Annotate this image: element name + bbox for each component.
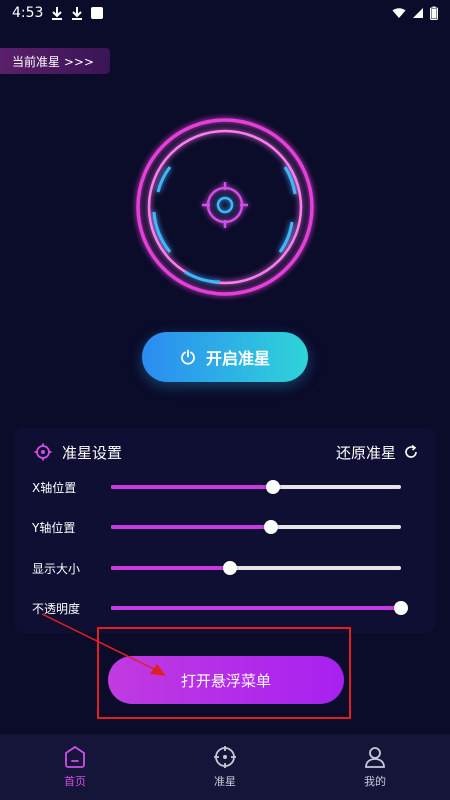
slider-label: Y轴位置: [32, 520, 76, 535]
download-icon: [72, 7, 83, 20]
download-icon: [52, 7, 63, 20]
refresh-icon: [405, 445, 417, 458]
slider-thumb[interactable]: [394, 601, 408, 615]
nav-item-crosshair[interactable]: 准星: [150, 734, 300, 800]
size-slider[interactable]: [111, 561, 401, 575]
slider-row-size: 显示大小: [32, 556, 424, 580]
battery-icon: [430, 6, 438, 20]
wifi-icon: [392, 8, 406, 18]
crosshair-settings-card: 准星设置 还原准星 X轴位置 Y轴位置 显示大小 不透明度: [14, 428, 436, 633]
nav-item-profile[interactable]: 我的: [300, 734, 450, 800]
nav-item-home[interactable]: 首页: [0, 734, 150, 800]
slider-thumb[interactable]: [266, 480, 281, 494]
status-bar: 4:53: [0, 0, 450, 26]
signal-icon: [413, 8, 423, 18]
reset-label: 还原准星: [335, 443, 396, 462]
current-crosshair-tag[interactable]: 当前准星 >>>: [0, 48, 110, 74]
slider-label: 显示大小: [32, 561, 81, 576]
user-icon: [365, 747, 385, 768]
crosshair-icon: [34, 443, 52, 461]
enable-crosshair-button[interactable]: 开启准星: [142, 332, 308, 382]
slider-thumb[interactable]: [263, 520, 278, 534]
y-position-slider[interactable]: [111, 520, 401, 534]
power-icon: [181, 349, 195, 365]
crosshair-ring-icon: [136, 118, 314, 296]
crosshair-icon: [214, 746, 236, 768]
slider-label: X轴位置: [32, 480, 77, 495]
slider-row-y: Y轴位置: [32, 515, 424, 539]
reset-crosshair-button[interactable]: 还原准星: [336, 442, 418, 463]
status-time: 4:53: [12, 5, 44, 21]
slider-fill: [111, 566, 230, 570]
slider-fill: [111, 606, 401, 610]
slider-fill: [111, 525, 271, 529]
nav-label-crosshair: 准星: [214, 775, 236, 788]
slider-fill: [111, 485, 274, 489]
open-floating-menu-label: 打开悬浮菜单: [180, 671, 271, 690]
home-icon: [65, 745, 85, 768]
settings-title: 准星设置: [62, 443, 123, 462]
opacity-slider[interactable]: [111, 601, 408, 615]
slider-row-x: X轴位置: [32, 475, 424, 499]
settings-header: 准星设置 还原准星: [34, 440, 418, 464]
nav-label-profile: 我的: [364, 775, 386, 788]
slider-row-opacity: 不透明度: [32, 596, 424, 620]
slider-label: 不透明度: [32, 601, 81, 616]
enable-crosshair-label: 开启准星: [205, 349, 270, 368]
slider-thumb[interactable]: [222, 561, 237, 575]
nav-label-home: 首页: [64, 775, 86, 788]
open-floating-menu-button[interactable]: 打开悬浮菜单: [108, 656, 344, 704]
current-crosshair-label: 当前准星 >>>: [12, 54, 94, 69]
bottom-nav: 首页 准星 我的: [0, 734, 450, 800]
x-position-slider[interactable]: [111, 480, 401, 494]
notification-icon: [91, 7, 104, 19]
crosshair-preview: [130, 112, 320, 302]
